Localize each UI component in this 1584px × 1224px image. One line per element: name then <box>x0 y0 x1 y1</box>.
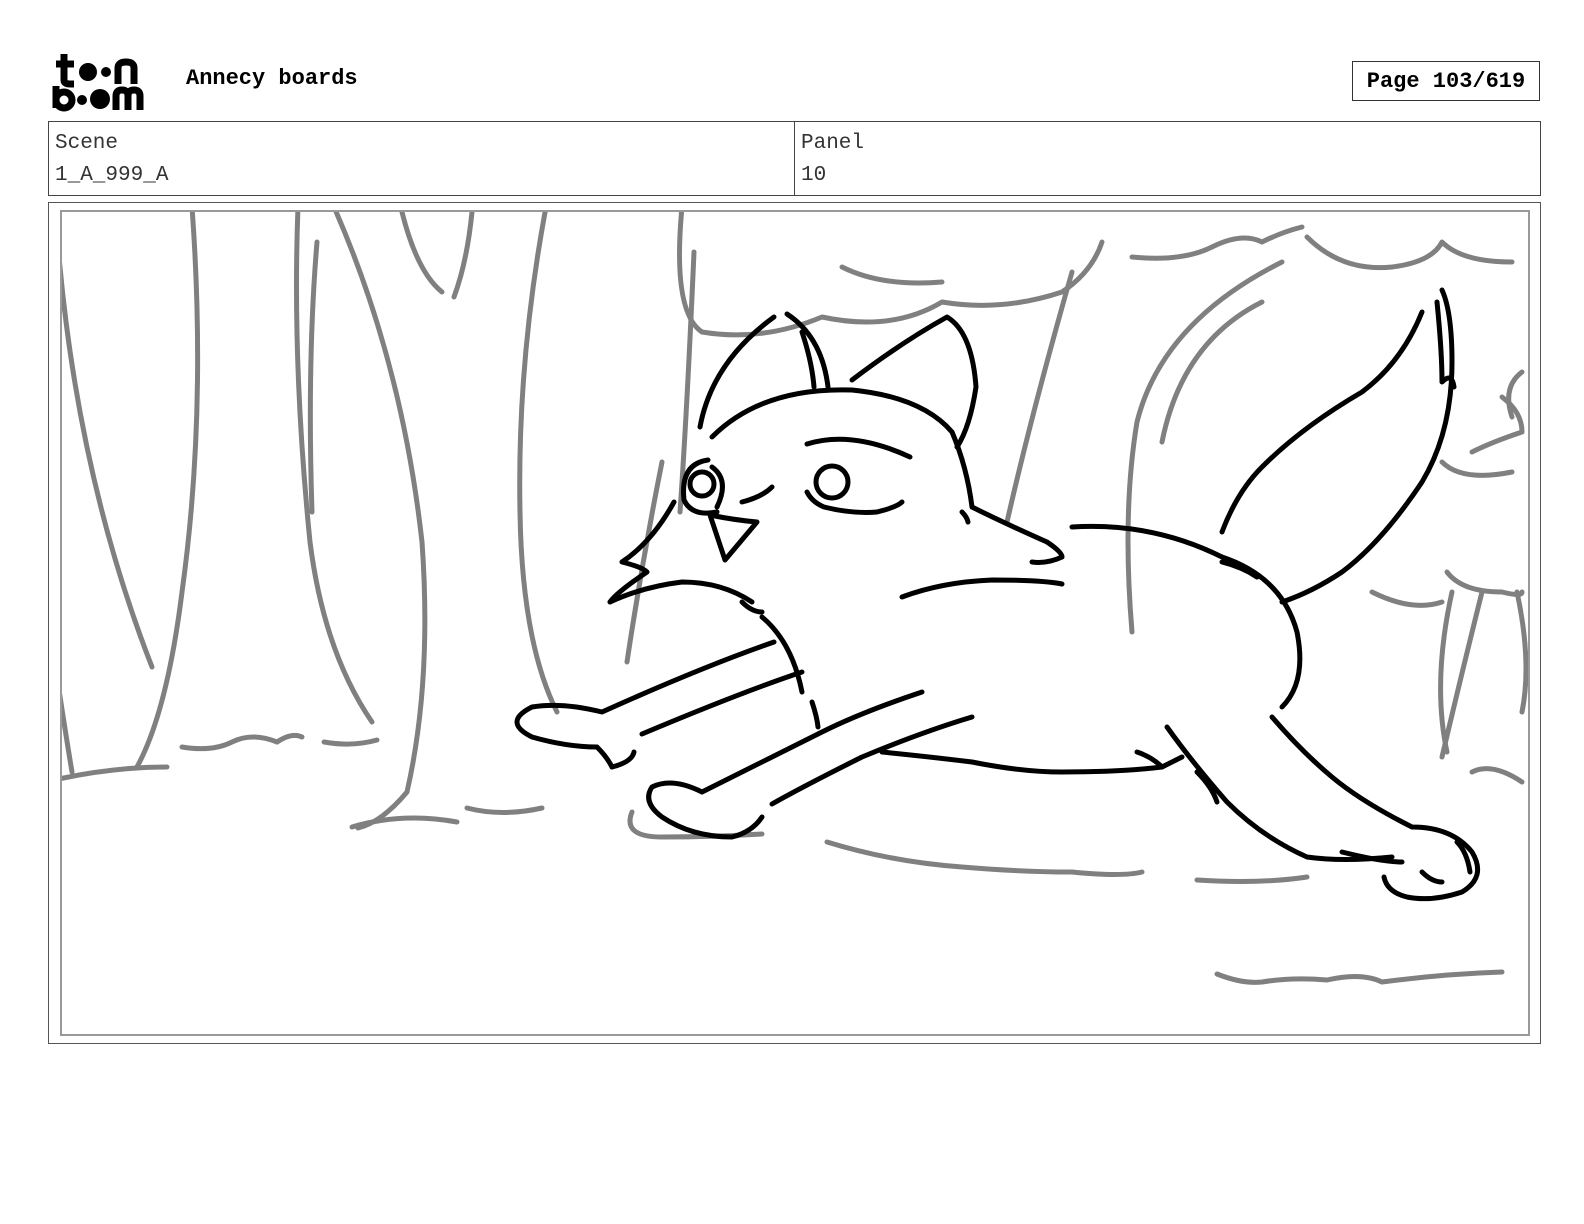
scene-label: Scene <box>55 132 119 155</box>
panel-value: 10 <box>801 164 827 187</box>
scene-cell: Scene 1_A_999_A <box>49 122 794 195</box>
storyboard-panel <box>60 210 1530 1036</box>
fox-sketch-drawing <box>62 212 1528 985</box>
page-indicator: Page 103/619 <box>1352 61 1540 101</box>
forest-background-lines <box>62 212 1528 985</box>
fox-character-lines <box>514 287 1481 902</box>
logo-graphic <box>52 54 144 112</box>
project-title: Annecy boards <box>186 66 358 91</box>
panel-cell: Panel 10 <box>794 122 1540 195</box>
toon-boom-logo <box>50 50 166 112</box>
panel-label: Panel <box>801 132 865 155</box>
scene-value: 1_A_999_A <box>55 164 169 187</box>
scene-panel-info: Scene 1_A_999_A Panel 10 <box>48 121 1541 196</box>
